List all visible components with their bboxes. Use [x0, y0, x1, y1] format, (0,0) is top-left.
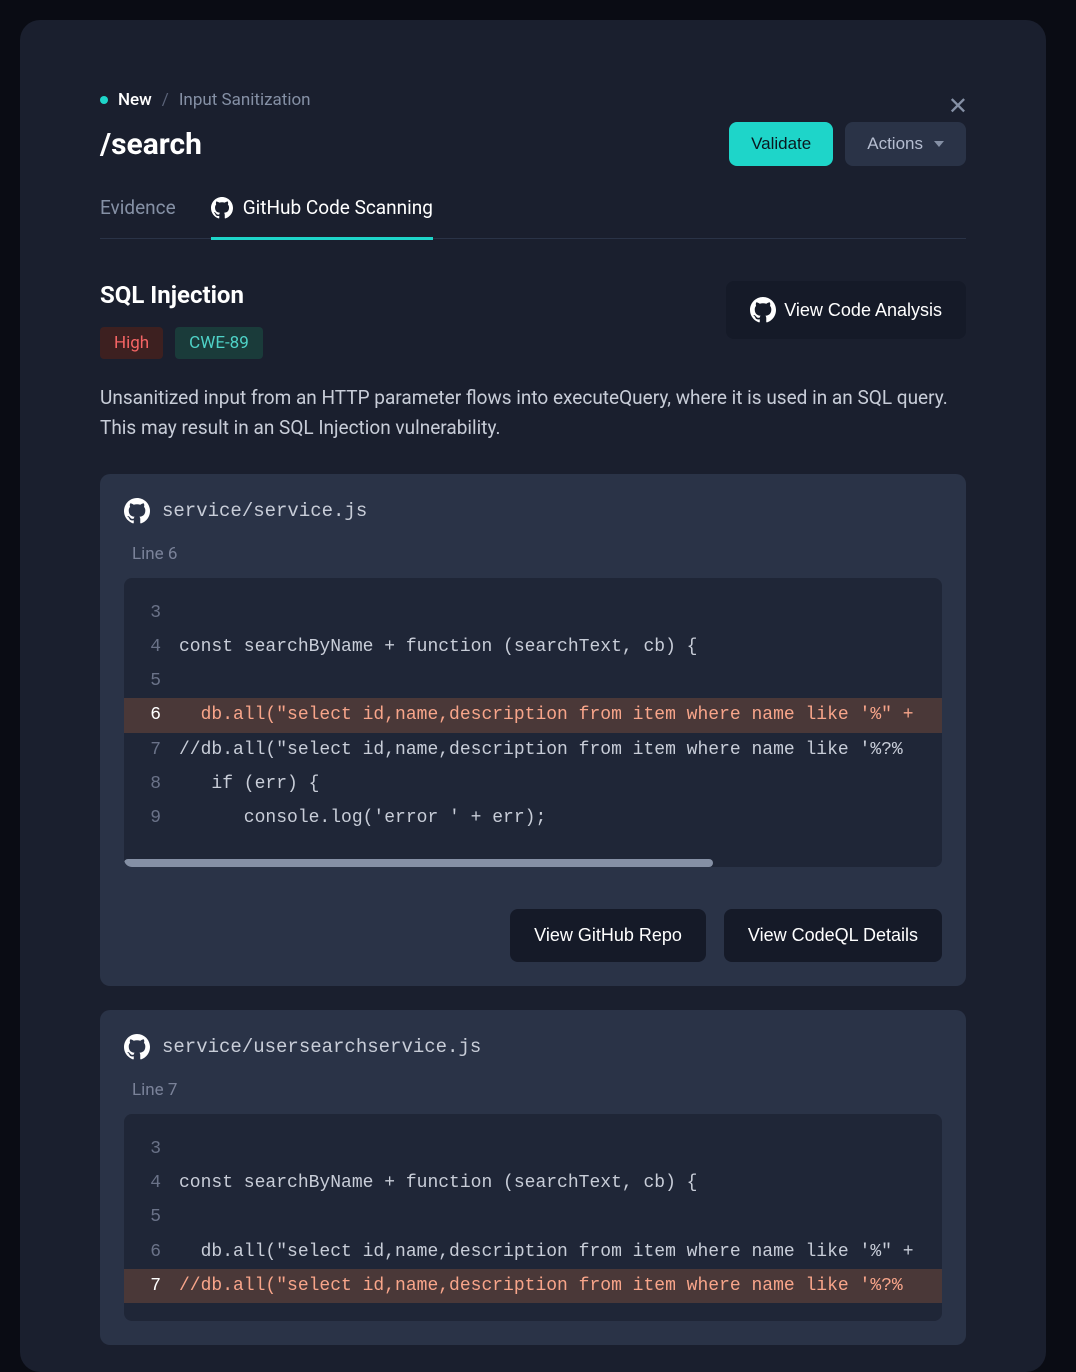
line-number: 9 — [124, 801, 179, 835]
code-line: 3 — [124, 1132, 942, 1166]
close-icon: ✕ — [948, 93, 968, 120]
code-line: 6 db.all("select id,name,description fro… — [124, 1235, 942, 1269]
line-number: 6 — [124, 1235, 179, 1269]
code-line: 5 — [124, 1200, 942, 1234]
line-content — [179, 1132, 942, 1166]
github-icon — [124, 498, 150, 524]
line-number: 3 — [124, 596, 179, 630]
code-card: service/service.js Line 6 34const search… — [100, 474, 966, 986]
scrollbar-thumb[interactable] — [124, 859, 713, 867]
breadcrumb: New / Input Sanitization — [100, 90, 966, 110]
tabs: Evidence GitHub Code Scanning — [100, 196, 966, 239]
line-number: 5 — [124, 664, 179, 698]
code-line: 3 — [124, 596, 942, 630]
code-lines-1: 34const searchByName + function (searchT… — [124, 578, 942, 853]
horizontal-scrollbar[interactable] — [124, 859, 942, 867]
code-lines-2: 34const searchByName + function (searchT… — [124, 1114, 942, 1321]
code-line: 8 if (err) { — [124, 767, 942, 801]
tab-github-scanning[interactable]: GitHub Code Scanning — [211, 196, 433, 240]
breadcrumb-page: Input Sanitization — [179, 90, 311, 110]
page-title: /search — [100, 127, 202, 162]
status-label: New — [118, 90, 152, 110]
view-code-label: View Code Analysis — [784, 300, 942, 321]
tab-github-label: GitHub Code Scanning — [243, 196, 433, 219]
code-block: 34const searchByName + function (searchT… — [124, 1114, 942, 1321]
github-icon — [124, 1034, 150, 1060]
line-content — [179, 1200, 942, 1234]
code-card: service/usersearchservice.js Line 7 34co… — [100, 1010, 966, 1345]
code-line: 7//db.all("select id,name,description fr… — [124, 1269, 942, 1303]
line-number: 6 — [124, 698, 179, 732]
line-number: 7 — [124, 733, 179, 767]
close-button[interactable]: ✕ — [948, 95, 968, 119]
code-line: 7//db.all("select id,name,description fr… — [124, 733, 942, 767]
line-number: 3 — [124, 1132, 179, 1166]
code-filename: service/service.js — [162, 500, 367, 522]
validate-button[interactable]: Validate — [729, 122, 833, 166]
line-number: 8 — [124, 767, 179, 801]
view-github-repo-button[interactable]: View GitHub Repo — [510, 909, 706, 962]
line-content: db.all("select id,name,description from … — [179, 1235, 942, 1269]
line-content — [179, 596, 942, 630]
line-number: 5 — [124, 1200, 179, 1234]
vulnerability-title: SQL Injection — [100, 281, 263, 309]
line-label: Line 6 — [132, 544, 942, 564]
tab-evidence-label: Evidence — [100, 196, 176, 219]
actions-dropdown-button[interactable]: Actions — [845, 122, 966, 166]
line-number: 4 — [124, 630, 179, 664]
line-content: db.all("select id,name,description from … — [179, 698, 942, 732]
github-icon — [750, 297, 776, 323]
cwe-badge: CWE-89 — [175, 327, 263, 359]
line-content: //db.all("select id,name,description fro… — [179, 1269, 942, 1303]
line-number: 4 — [124, 1166, 179, 1200]
vulnerability-description: Unsanitized input from an HTTP parameter… — [100, 383, 966, 444]
line-number: 7 — [124, 1269, 179, 1303]
line-content: if (err) { — [179, 767, 942, 801]
code-line: 4const searchByName + function (searchTe… — [124, 630, 942, 664]
line-label: Line 7 — [132, 1080, 942, 1100]
status-dot-icon — [100, 96, 108, 104]
code-line: 4const searchByName + function (searchTe… — [124, 1166, 942, 1200]
code-filename: service/usersearchservice.js — [162, 1036, 481, 1058]
line-content — [179, 664, 942, 698]
code-line: 9 console.log('error ' + err); — [124, 801, 942, 835]
line-content: const searchByName + function (searchTex… — [179, 630, 942, 664]
breadcrumb-separator: / — [162, 90, 169, 110]
code-line: 6 db.all("select id,name,description fro… — [124, 698, 942, 732]
line-content: console.log('error ' + err); — [179, 801, 942, 835]
actions-label: Actions — [867, 134, 923, 154]
line-content: const searchByName + function (searchTex… — [179, 1166, 942, 1200]
view-codeql-details-button[interactable]: View CodeQL Details — [724, 909, 942, 962]
line-content: //db.all("select id,name,description fro… — [179, 733, 942, 767]
github-icon — [211, 197, 233, 219]
chevron-down-icon — [934, 141, 944, 147]
code-block: 34const searchByName + function (searchT… — [124, 578, 942, 867]
tab-evidence[interactable]: Evidence — [100, 196, 176, 240]
view-code-analysis-button[interactable]: View Code Analysis — [726, 281, 966, 339]
code-line: 5 — [124, 664, 942, 698]
severity-badge: High — [100, 327, 163, 359]
